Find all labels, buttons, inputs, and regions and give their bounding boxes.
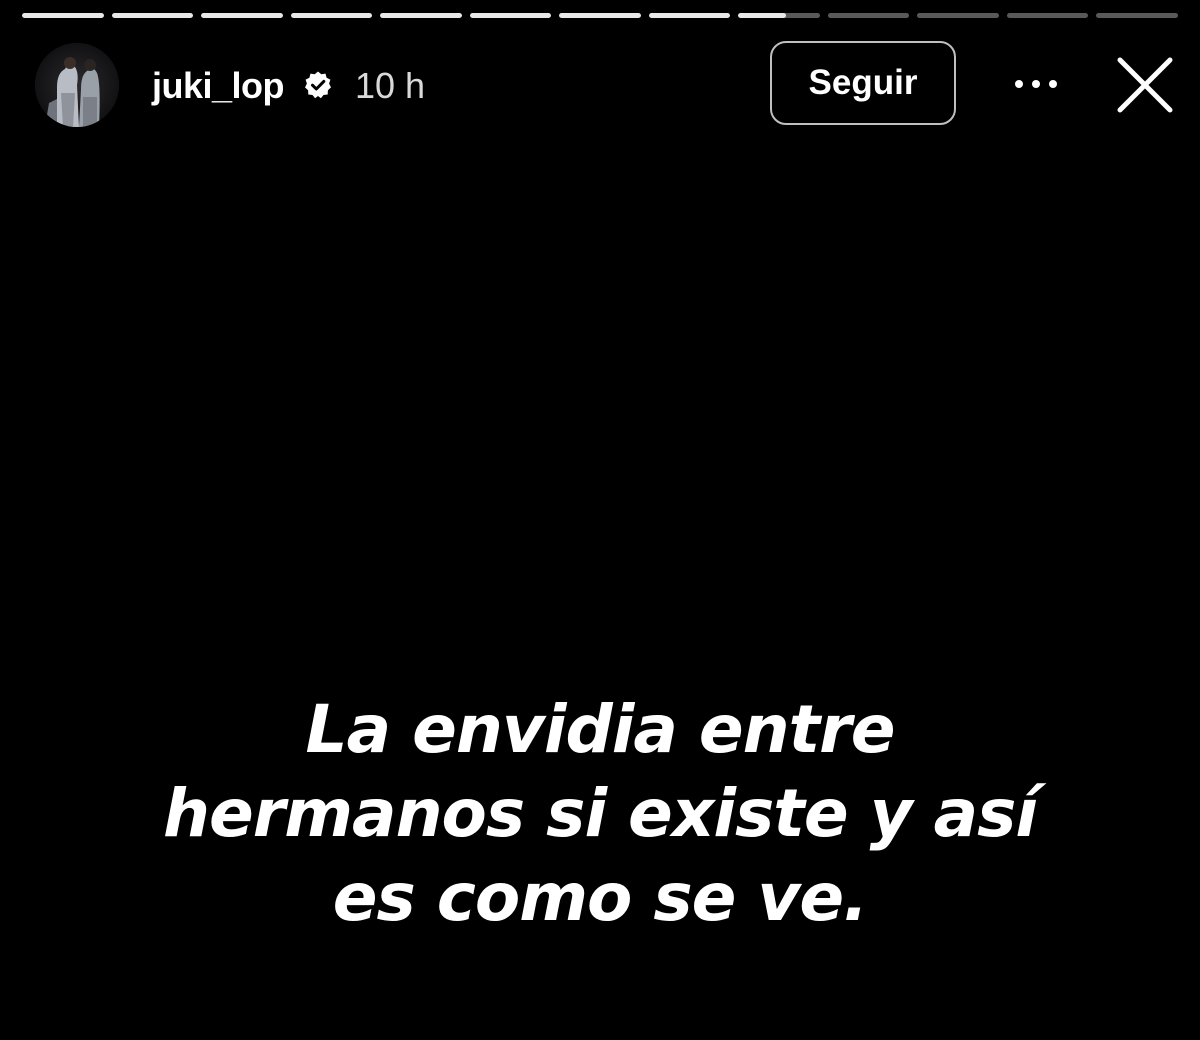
story-caption-line: hermanos si existe y así <box>162 775 1038 852</box>
story-header: juki_lop 10 h Seguir <box>0 40 1200 130</box>
avatar[interactable] <box>35 43 119 127</box>
progress-segment-fill <box>648 13 731 18</box>
progress-segment <box>559 13 641 18</box>
close-icon[interactable] <box>1112 52 1178 118</box>
progress-segment-fill <box>22 13 104 18</box>
progress-segment <box>738 13 820 18</box>
progress-segment-fill <box>469 13 552 18</box>
progress-segment-fill <box>111 13 194 18</box>
username[interactable]: juki_lop <box>152 65 285 107</box>
progress-segment <box>380 13 462 18</box>
progress-segment-fill <box>738 13 786 18</box>
verified-badge-icon <box>303 70 333 100</box>
story-caption-line: La envidia entre <box>305 691 896 768</box>
more-options-icon[interactable] <box>1008 60 1064 108</box>
progress-segment <box>22 13 104 18</box>
avatar-image <box>35 43 119 127</box>
progress-segment-fill <box>380 13 462 18</box>
progress-segment-fill <box>201 13 283 18</box>
progress-segment-fill <box>290 13 373 18</box>
follow-button[interactable]: Seguir <box>770 41 956 125</box>
progress-segment <box>111 13 194 18</box>
progress-segment <box>827 13 910 18</box>
progress-segment <box>917 13 999 18</box>
progress-segment <box>1096 13 1178 18</box>
post-time: 10 h <box>355 65 426 106</box>
progress-segment <box>290 13 373 18</box>
story-caption-line: es como se ve. <box>332 859 868 936</box>
story-caption: La envidia entre hermanos si existe y as… <box>100 688 1100 940</box>
progress-segment <box>469 13 552 18</box>
progress-segment-fill <box>559 13 641 18</box>
story-progress-bar <box>22 13 1178 18</box>
progress-segment <box>648 13 731 18</box>
progress-segment <box>1006 13 1089 18</box>
progress-segment <box>201 13 283 18</box>
